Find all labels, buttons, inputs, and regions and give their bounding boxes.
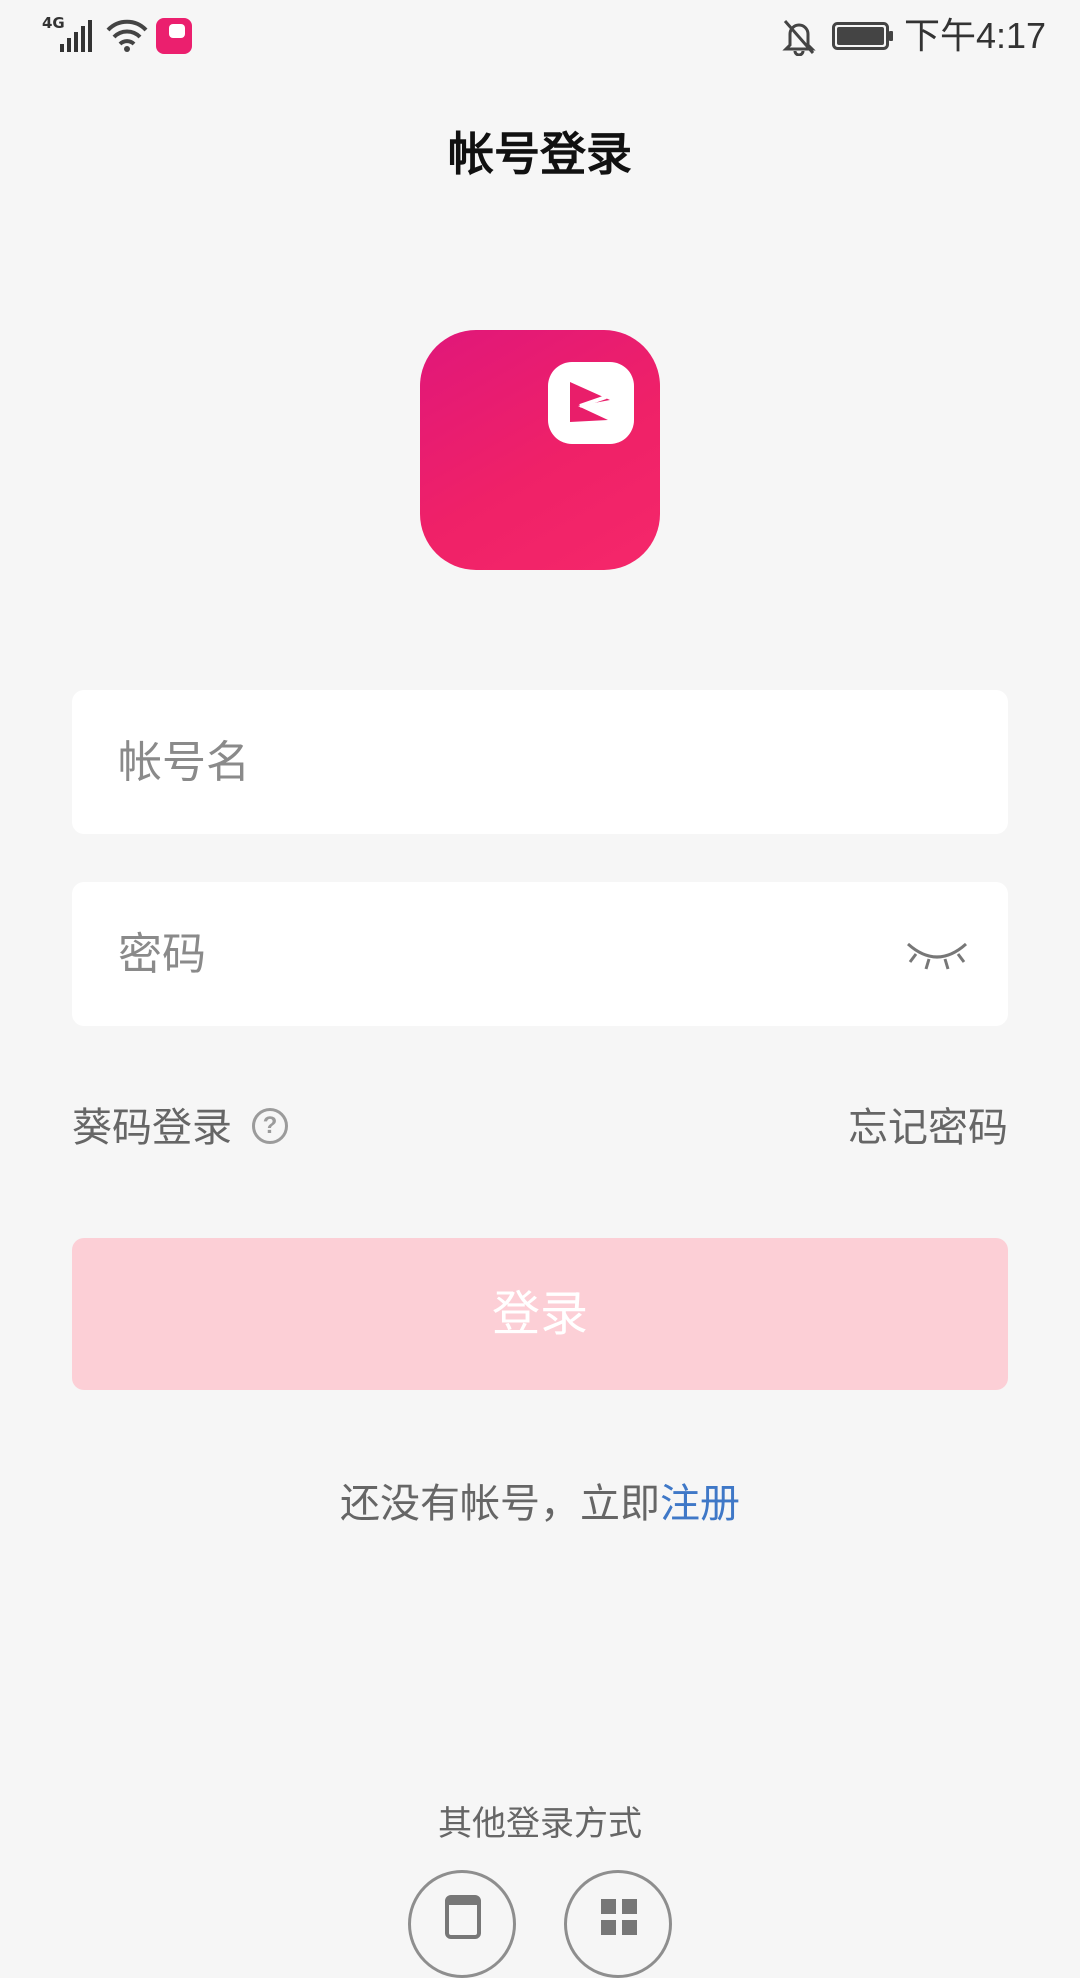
login-options-row: 葵码登录 ? 忘记密码 <box>72 1100 1008 1156</box>
login-button[interactable]: 登录 <box>72 1238 1008 1390</box>
password-field[interactable] <box>72 882 1008 1026</box>
wifi-icon <box>106 19 148 52</box>
register-prompt-text: 还没有帐号，立即 <box>340 1481 660 1527</box>
battery-icon <box>832 22 893 50</box>
eye-closed-icon[interactable] <box>902 930 972 978</box>
phone-icon <box>445 1895 481 1939</box>
password-input[interactable] <box>118 882 878 1026</box>
play-bow-icon <box>570 382 610 422</box>
code-login-link[interactable]: 葵码登录 <box>72 1100 232 1156</box>
app-notification-icon <box>156 18 192 54</box>
other-login-label: 其他登录方式 <box>438 1804 642 1844</box>
app-logo-icon <box>420 330 660 570</box>
account-input[interactable] <box>118 690 878 834</box>
question-circle-icon[interactable]: ? <box>252 1108 288 1144</box>
mute-bell-icon <box>782 20 816 56</box>
qr-login-button[interactable] <box>564 1870 672 1978</box>
register-prompt: 还没有帐号，立即注册 <box>0 1476 1080 1532</box>
signal-icon <box>60 20 92 52</box>
qr-code-icon <box>601 1899 637 1935</box>
page-title: 帐号登录 <box>448 127 632 181</box>
status-bar: 4G 下午4:17 <box>0 0 1080 74</box>
forgot-password-link[interactable]: 忘记密码 <box>848 1100 1008 1156</box>
phone-login-button[interactable] <box>408 1870 516 1978</box>
register-link[interactable]: 注册 <box>660 1481 740 1527</box>
logo-badge <box>548 362 634 444</box>
account-field[interactable] <box>72 690 1008 834</box>
status-time: 下午4:17 <box>904 15 1047 56</box>
